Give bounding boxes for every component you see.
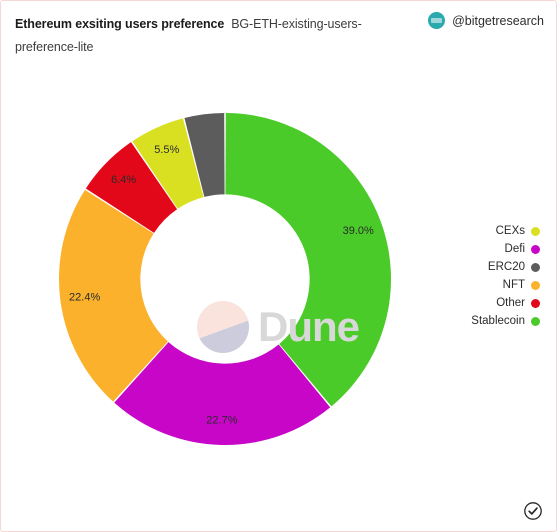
account-handle[interactable]: @bitgetresearch [452, 14, 544, 28]
legend-color-swatch [531, 298, 540, 308]
dune-chart-card: Ethereum exsiting users preference BG-ETH… [0, 0, 557, 532]
legend-item-label: Stablecoin [471, 315, 525, 327]
donut-slice-label: 22.7% [206, 414, 237, 426]
donut-slice-label: 5.5% [154, 144, 179, 156]
legend-item-stablecoin[interactable]: Stablecoin [471, 313, 540, 329]
bitget-avatar-icon [428, 12, 446, 29]
legend-color-swatch [531, 226, 540, 236]
donut-slice-label: 39.0% [343, 225, 374, 237]
legend-item-label: Other [496, 297, 525, 309]
legend-item-nft[interactable]: NFT [503, 277, 540, 293]
legend-item-defi[interactable]: Defi [505, 241, 540, 257]
legend-item-label: NFT [502, 279, 525, 291]
legend-item-label: ERC20 [487, 261, 525, 273]
donut-slices[interactable] [58, 113, 391, 445]
account-link[interactable]: @bitgetresearch [428, 12, 544, 29]
legend-color-swatch [531, 262, 540, 272]
legend-color-swatch [531, 244, 540, 254]
donut-chart[interactable]: 39.0% 22.7% 22.4% 6.4% 5.5% Dune [1, 49, 441, 519]
legend-color-swatch [531, 280, 540, 290]
chart-legend[interactable]: CEXs Defi ERC20 NFT Other Stablecoin [471, 223, 540, 329]
page-title: Ethereum exsiting users preference [15, 17, 225, 31]
legend-item-label: CEXs [495, 225, 525, 237]
legend-color-swatch [531, 316, 540, 326]
legend-item-label: Defi [504, 243, 525, 255]
donut-slice-label: 6.4% [111, 174, 136, 186]
legend-item-erc20[interactable]: ERC20 [488, 259, 540, 275]
donut-slice-label: 22.4% [69, 292, 100, 304]
legend-item-other[interactable]: Other [496, 295, 540, 311]
donut-chart-svg[interactable]: 39.0% 22.7% 22.4% 6.4% 5.5% [1, 49, 441, 519]
legend-item-cexs[interactable]: CEXs [496, 223, 540, 239]
circle-check-icon[interactable] [523, 501, 543, 521]
